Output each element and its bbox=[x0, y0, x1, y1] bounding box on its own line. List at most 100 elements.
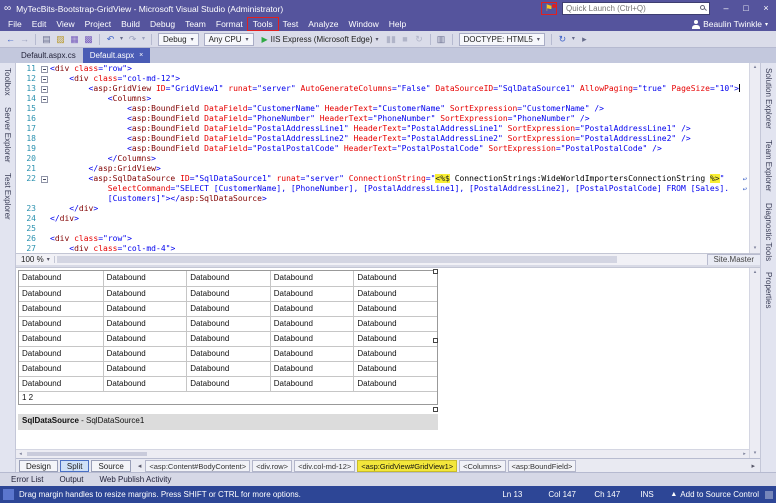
scroll-down-icon[interactable]: ▾ bbox=[750, 244, 760, 253]
code-line-27[interactable]: 27 <div class="col-md-4"> bbox=[16, 244, 749, 253]
bottom-panel-tab-output[interactable]: Output bbox=[52, 473, 90, 487]
code-line-12[interactable]: 12 <div class="col-md-12"> bbox=[16, 74, 749, 84]
fold-collapse-icon[interactable] bbox=[41, 175, 48, 183]
tag-path-item[interactable]: <asp:GridView#GridView1> bbox=[357, 459, 458, 472]
stop-icon[interactable]: ■ bbox=[399, 32, 412, 47]
gridview-control[interactable]: Databound Databound Databound Databound Data… bbox=[18, 270, 438, 405]
panel-tab-diagnostic-tools[interactable]: Diagnostic Tools bbox=[764, 203, 773, 261]
code-line-26[interactable]: 26 <div class="row"> bbox=[16, 234, 749, 244]
menu-item-edit[interactable]: Edit bbox=[27, 18, 52, 30]
tag-path-item[interactable]: <Columns> bbox=[459, 459, 506, 472]
code-line-13[interactable]: 13 <asp:GridView ID="GridView1" runat="s… bbox=[16, 84, 749, 94]
close-button[interactable]: × bbox=[756, 0, 776, 17]
menu-item-analyze[interactable]: Analyze bbox=[303, 18, 343, 30]
design-vertical-scrollbar[interactable]: ▴ ▾ bbox=[749, 268, 760, 458]
menu-item-file[interactable]: File bbox=[3, 18, 27, 30]
design-horizontal-scrollbar[interactable]: ◂ ▸ bbox=[16, 449, 749, 458]
scroll-left-icon[interactable]: ◂ bbox=[16, 450, 25, 459]
document-tab-default-aspx-cs[interactable]: Default.aspx.cs bbox=[14, 48, 83, 63]
solution-platform-dropdown[interactable]: Any CPU ▾ bbox=[203, 32, 254, 46]
code-text-area[interactable]: 11 <div class="row"> 12 <div class="col-md… bbox=[16, 63, 749, 253]
tag-path-item[interactable]: <div.row> bbox=[252, 459, 293, 472]
panel-tab-team-explorer[interactable]: Team Explorer bbox=[764, 140, 773, 192]
nav-backward-icon[interactable]: ← bbox=[4, 32, 17, 47]
code-line-15[interactable]: 15 <asp:BoundField DataField="CustomerNa… bbox=[16, 104, 749, 114]
scroll-up-icon[interactable]: ▴ bbox=[750, 63, 760, 72]
bottom-panel-tab-web-publish-activity[interactable]: Web Publish Activity bbox=[92, 473, 178, 487]
menu-item-test[interactable]: Test bbox=[278, 18, 304, 30]
resize-handle[interactable] bbox=[433, 338, 438, 343]
menu-item-format[interactable]: Format bbox=[211, 18, 248, 30]
minimize-button[interactable]: – bbox=[716, 0, 736, 17]
menu-item-project[interactable]: Project bbox=[80, 18, 116, 30]
code-line-22[interactable]: 22 <asp:SqlDataSource ID="SqlDataSource1… bbox=[16, 174, 749, 184]
start-debugging-button[interactable]: ▶ IIS Express (Microsoft Edge) ▾ bbox=[259, 33, 382, 46]
sqldatasource-control[interactable]: SqlDataSource - SqlDataSource1 bbox=[18, 414, 438, 430]
scrollbar-track[interactable] bbox=[750, 277, 760, 449]
browser-link-refresh-icon[interactable]: ↻ bbox=[556, 32, 569, 47]
pause-icon[interactable]: ▮▮ bbox=[385, 32, 398, 47]
code-line-11[interactable]: 11 <div class="row"> bbox=[16, 64, 749, 74]
tag-path-item[interactable]: <asp:BoundField> bbox=[507, 459, 577, 472]
bottom-panel-tab-error-list[interactable]: Error List bbox=[4, 473, 50, 487]
code-line-19[interactable]: 19 <asp:BoundField DataField="PostalPost… bbox=[16, 144, 749, 154]
menu-item-debug[interactable]: Debug bbox=[145, 18, 180, 30]
redo-dropdown-caret-icon[interactable]: ▾ bbox=[140, 32, 147, 47]
document-tab-default-aspx[interactable]: Default.aspx × bbox=[82, 48, 151, 63]
redo-icon[interactable]: ↷ bbox=[126, 32, 139, 47]
menu-item-window[interactable]: Window bbox=[343, 18, 383, 30]
doctype-dropdown[interactable]: DOCTYPE: HTML5 ▾ bbox=[458, 32, 545, 46]
tag-path-item[interactable]: <div.col-md-12> bbox=[294, 459, 356, 472]
maximize-button[interactable]: □ bbox=[736, 0, 756, 17]
save-icon[interactable]: ▦ bbox=[68, 32, 81, 47]
user-account-menu[interactable]: Beaulin Twinkle ▾ bbox=[691, 19, 768, 29]
code-line-18[interactable]: 18 <asp:BoundField DataField="PostalAddr… bbox=[16, 134, 749, 144]
view-button-split[interactable]: Split bbox=[59, 459, 90, 472]
menu-item-tools[interactable]: Tools bbox=[246, 17, 279, 31]
panel-tab-properties[interactable]: Properties bbox=[764, 272, 773, 308]
quick-launch-input[interactable] bbox=[562, 2, 710, 15]
scroll-right-icon[interactable]: ▸ bbox=[740, 450, 749, 459]
code-editor[interactable]: 11 <div class="row"> 12 <div class="col-md… bbox=[16, 63, 760, 253]
fold-collapse-icon[interactable] bbox=[41, 75, 48, 83]
scroll-down-icon[interactable]: ▾ bbox=[750, 449, 760, 458]
code-line-17[interactable]: 17 <asp:BoundField DataField="PostalAddr… bbox=[16, 124, 749, 134]
menu-item-team[interactable]: Team bbox=[180, 18, 211, 30]
view-button-design[interactable]: Design bbox=[19, 459, 58, 472]
tab-close-icon[interactable]: × bbox=[139, 48, 143, 63]
code-line-24[interactable]: 24 </div> bbox=[16, 214, 749, 224]
undo-dropdown-caret-icon[interactable]: ▾ bbox=[118, 32, 125, 47]
code-line-16[interactable]: 16 <asp:BoundField DataField="PhoneNumbe… bbox=[16, 114, 749, 124]
add-to-source-control-button[interactable]: ▲ Add to Source Control bbox=[670, 490, 759, 499]
view-button-source[interactable]: Source bbox=[91, 459, 131, 472]
panel-tab-server-explorer[interactable]: Server Explorer bbox=[3, 107, 12, 163]
code-line-14[interactable]: 14 <Columns> bbox=[16, 94, 749, 104]
fold-collapse-icon[interactable] bbox=[41, 85, 48, 93]
zoom-level[interactable]: 100 % bbox=[16, 255, 47, 264]
design-surface[interactable]: Databound Databound Databound Databound Data… bbox=[16, 268, 749, 458]
code-vertical-scrollbar[interactable]: ▴ ▾ bbox=[749, 63, 760, 253]
scrollbar-track[interactable] bbox=[750, 72, 760, 244]
tag-path-scroll-left-icon[interactable]: ◂ bbox=[136, 462, 144, 470]
code-line-wrap[interactable]: SelectCommand="SELECT [CustomerName], [P… bbox=[16, 184, 749, 194]
open-file-icon[interactable]: ▨ bbox=[54, 32, 67, 47]
scroll-up-icon[interactable]: ▴ bbox=[750, 268, 760, 277]
scrollbar-thumb[interactable] bbox=[27, 452, 147, 456]
code-line-21[interactable]: 21 </asp:GridView> bbox=[16, 164, 749, 174]
resize-handle[interactable] bbox=[433, 407, 438, 412]
panel-tab-test-explorer[interactable]: Test Explorer bbox=[3, 173, 12, 220]
undo-icon[interactable]: ↶ bbox=[104, 32, 117, 47]
nav-forward-icon[interactable]: → bbox=[18, 32, 31, 47]
fold-collapse-icon[interactable] bbox=[41, 65, 48, 73]
save-all-icon[interactable]: ▩ bbox=[82, 32, 95, 47]
show-output-icon[interactable]: ▥ bbox=[435, 32, 448, 47]
zoom-caret-icon[interactable]: ▾ bbox=[47, 256, 55, 263]
code-horizontal-scrollbar[interactable] bbox=[55, 254, 707, 265]
scrollbar-track[interactable] bbox=[25, 450, 740, 458]
code-line-20[interactable]: 20 </Columns> bbox=[16, 154, 749, 164]
code-line-wrap[interactable]: [Customers]"></asp:SqlDataSource> bbox=[16, 194, 749, 204]
menu-item-help[interactable]: Help bbox=[384, 18, 411, 30]
solution-configuration-dropdown[interactable]: Debug ▾ bbox=[158, 32, 199, 46]
toolbar-overflow-icon[interactable]: ▸ bbox=[578, 32, 591, 47]
menu-item-view[interactable]: View bbox=[51, 18, 79, 30]
